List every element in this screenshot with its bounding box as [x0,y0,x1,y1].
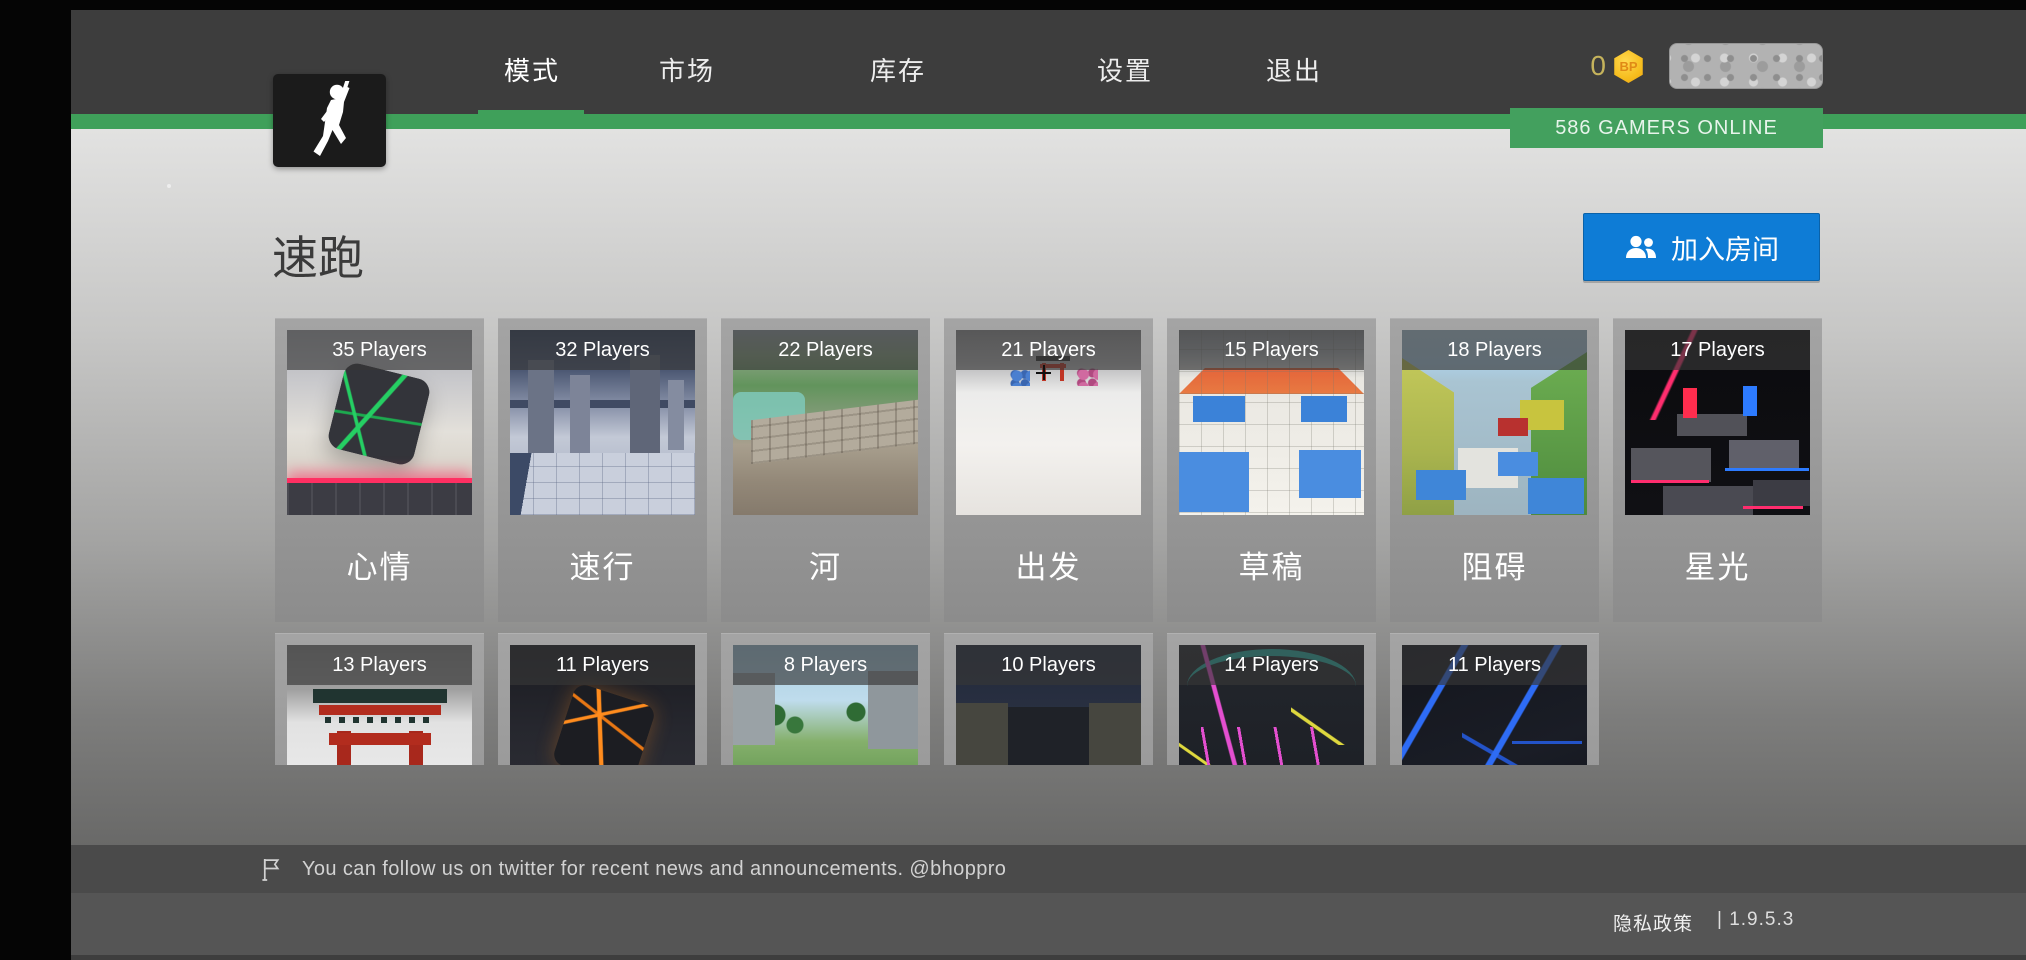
map-thumbnail: 15 Players [1179,330,1364,515]
crosshair-cursor [1036,365,1051,380]
map-thumbnail: 18 Players [1402,330,1587,515]
player-count-badge: 35 Players [287,330,472,370]
map-name: 河 [809,550,842,585]
version-label: | 1.9.5.3 [1717,909,1795,930]
map-card[interactable]: 14 Players [1167,633,1376,765]
map-card[interactable]: 35 Players 心情 [275,318,484,622]
map-card[interactable]: 8 Players [721,633,930,765]
map-thumbnail: 14 Players [1179,645,1364,765]
bottom-edge [71,955,2026,960]
map-name: 心情 [346,550,413,585]
nav-tab-settings[interactable]: 设置 [1097,51,1153,88]
page-title: 速跑 [272,232,364,284]
particle-dot [167,184,171,188]
map-thumbnail: 35 Players [287,330,472,515]
thumbnail-decor [325,360,433,468]
flag-icon [262,858,280,881]
map-card[interactable]: 32 Players 速行 [498,318,707,622]
thumbnail-decor [510,453,695,515]
map-thumbnail: 22 Players [733,330,918,515]
player-count-badge: 15 Players [1179,330,1364,370]
nav-tab-exit[interactable]: 退出 [1266,51,1322,88]
player-count-badge: 21 Players [956,330,1141,370]
nav-tab-market[interactable]: 市场 [659,51,715,88]
join-room-people-icon [1626,235,1656,258]
map-thumbnail: 11 Players [510,645,695,765]
player-count-badge: 18 Players [1402,330,1587,370]
player-count-badge: 8 Players [733,645,918,685]
bhop-jumper-icon [313,80,349,156]
player-count-badge: 11 Players [1402,645,1587,685]
gamers-online-badge: 586 GAMERS ONLINE [1510,108,1823,148]
map-card[interactable]: 13 Players [275,633,484,765]
player-count-badge: 17 Players [1625,330,1810,370]
map-name: 星光 [1684,550,1751,585]
bp-balance-value: 0 [1590,50,1606,81]
nav-tab-inventory[interactable]: 库存 [870,51,926,88]
privacy-policy-link[interactable]: 隐私政策 [1613,909,1693,936]
news-text: You can follow us on twitter for recent … [302,857,1007,880]
map-card[interactable]: 17 Players 星光 [1613,318,1822,622]
bp-coin-label: BP [1619,59,1638,74]
player-count-badge: 14 Players [1179,645,1364,685]
map-thumbnail: 21 Players [956,330,1141,515]
map-thumbnail: 8 Players [733,645,918,765]
map-name: 草稿 [1238,550,1305,585]
game-logo [273,74,386,167]
map-thumbnail: 11 Players [1402,645,1587,765]
map-card[interactable]: 21 Players 出发 [944,318,1153,622]
map-name: 出发 [1015,550,1082,585]
player-count-badge: 32 Players [510,330,695,370]
map-card[interactable]: 18 Players 阻碍 [1390,318,1599,622]
active-tab-indicator [478,110,584,129]
map-thumbnail: 17 Players [1625,330,1810,515]
player-count-badge: 11 Players [510,645,695,685]
map-card[interactable]: 11 Players [498,633,707,765]
player-count-badge: 10 Players [956,645,1141,685]
map-name: 阻碍 [1461,550,1528,585]
player-count-badge: 22 Players [733,330,918,370]
map-card[interactable]: 22 Players 河 [721,318,930,622]
join-room-button[interactable]: 加入房间 [1583,213,1820,281]
thumbnail-decor [287,478,472,515]
map-thumbnail: 13 Players [287,645,472,765]
map-card[interactable]: 11 Players [1390,633,1599,765]
game-lobby-screen: { "theme": { "accent_green": "#3fa05a", … [0,0,2026,960]
news-ticker-bar: You can follow us on twitter for recent … [71,845,2026,893]
map-card[interactable]: 15 Players 草稿 [1167,318,1376,622]
map-card[interactable]: 10 Players [944,633,1153,765]
player-count-badge: 13 Players [287,645,472,685]
map-thumbnail: 10 Players [956,645,1141,765]
join-room-label: 加入房间 [1671,234,1779,265]
map-thumbnail: 32 Players [510,330,695,515]
map-grid: 35 Players 心情 32 Players 速行 22 Players 河… [275,318,1822,765]
map-name: 速行 [569,550,636,585]
player-name-plate[interactable] [1669,43,1823,89]
bottom-bar: 隐私政策 | 1.9.5.3 [71,893,2026,960]
nav-tab-modes[interactable]: 模式 [504,51,560,88]
